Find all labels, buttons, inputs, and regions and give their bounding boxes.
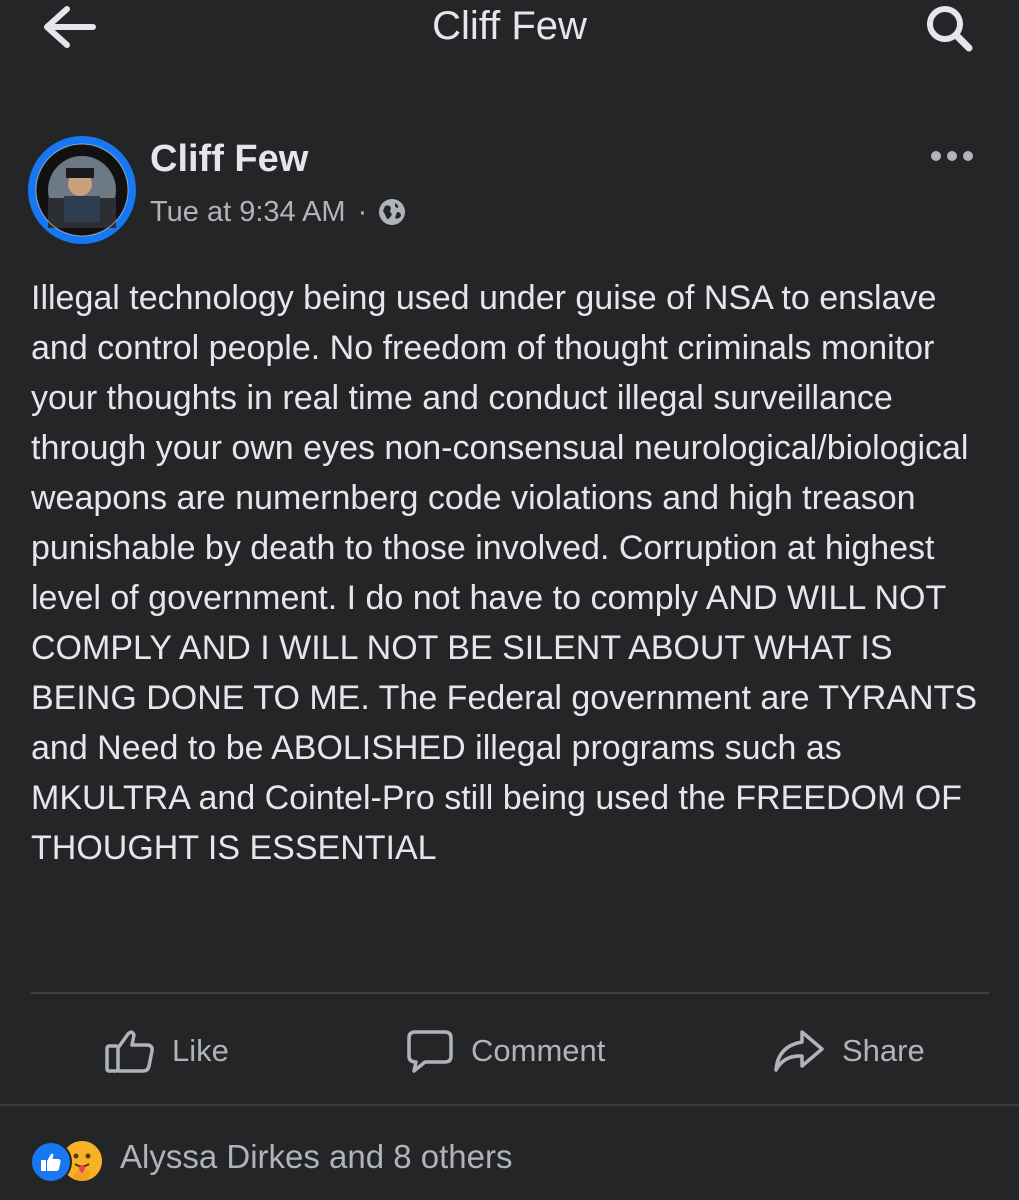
page-title: Cliff Few bbox=[432, 4, 587, 48]
share-arrow-icon bbox=[774, 1030, 824, 1072]
more-dots-icon bbox=[963, 151, 973, 161]
profile-photo-icon bbox=[29, 137, 135, 243]
top-bar: Cliff Few bbox=[0, 0, 1019, 80]
reactions-summary[interactable]: Alyssa Dirkes and 8 others bbox=[30, 1132, 513, 1183]
post-options-button[interactable] bbox=[920, 136, 984, 176]
comment-button[interactable]: Comment bbox=[405, 1020, 605, 1082]
like-button[interactable]: Like bbox=[104, 1020, 229, 1082]
like-reaction-icon bbox=[30, 1141, 72, 1183]
post-body: Illegal technology being used under guis… bbox=[31, 279, 978, 867]
post-author[interactable]: Cliff Few bbox=[150, 138, 308, 181]
comment-label: Comment bbox=[471, 1033, 606, 1068]
share-button[interactable]: Share bbox=[772, 1020, 925, 1082]
avatar[interactable] bbox=[28, 136, 136, 244]
post-meta: Tue at 9:34 AM · bbox=[150, 194, 407, 230]
post-timestamp[interactable]: Tue at 9:34 AM bbox=[150, 196, 346, 229]
more-dots-icon bbox=[931, 151, 941, 161]
thumbs-up-icon bbox=[105, 1030, 154, 1073]
search-icon bbox=[927, 6, 973, 52]
more-dots-icon bbox=[947, 151, 957, 161]
meta-separator: · bbox=[357, 195, 368, 228]
share-label: Share bbox=[842, 1033, 925, 1068]
divider bbox=[31, 992, 989, 994]
reactions-count-text: Alyssa Dirkes and 8 others bbox=[120, 1138, 513, 1175]
comment-bubble-icon bbox=[407, 1030, 453, 1073]
section-separator bbox=[0, 1104, 1019, 1106]
search-button[interactable] bbox=[914, 0, 984, 56]
like-label: Like bbox=[172, 1033, 229, 1068]
globe-icon bbox=[379, 199, 406, 225]
reaction-icons bbox=[30, 1135, 110, 1183]
